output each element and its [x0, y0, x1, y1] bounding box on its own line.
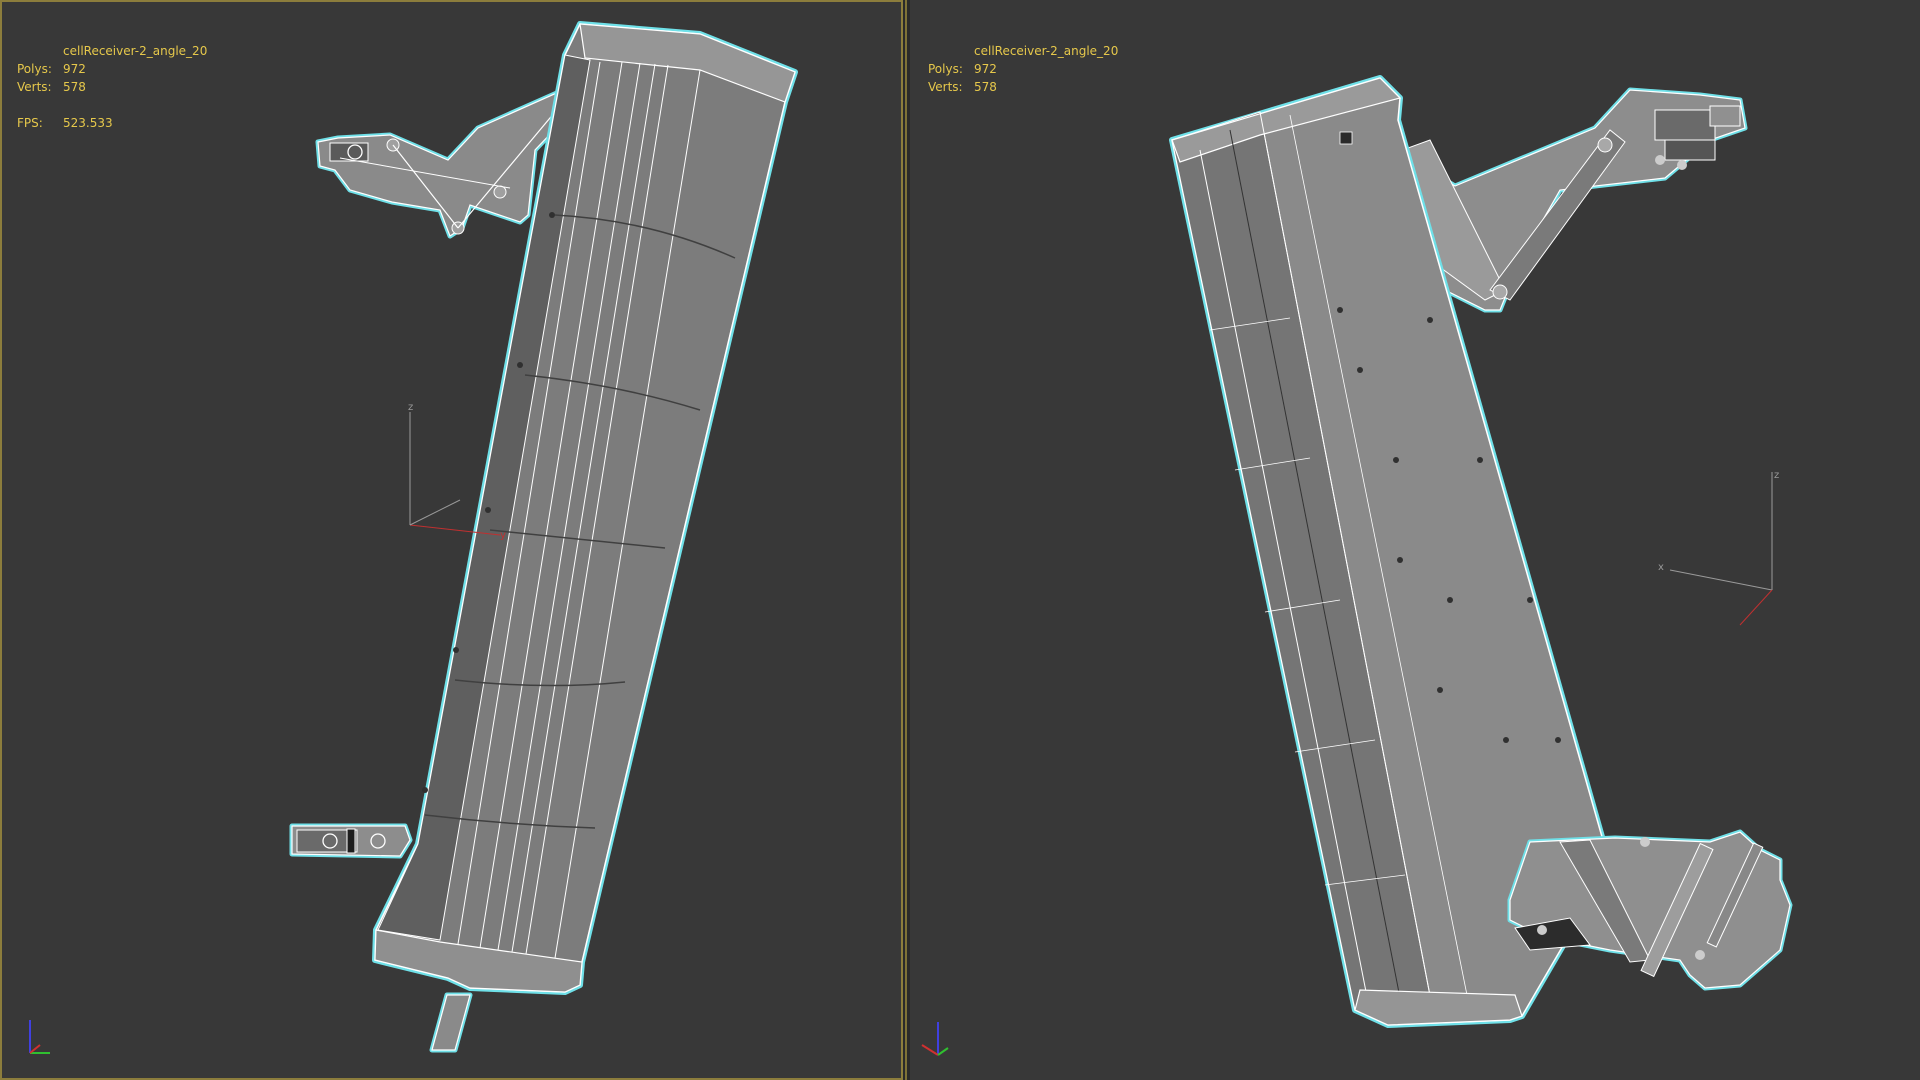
viewport-divider[interactable] — [903, 0, 910, 1080]
viewport-left-scene: z y — [29, 21, 798, 1054]
scene-axis-gizmo-right: z x — [1658, 470, 1779, 626]
3d-editor-window: cellReceiver-2_angle_20 Polys: 972 Verts:… — [0, 0, 1920, 1080]
viewport-left[interactable]: cellReceiver-2_angle_20 Polys: 972 Verts:… — [0, 0, 903, 1080]
axis-z-label-right: z — [1774, 470, 1779, 481]
orientation-tripod-left — [29, 1020, 50, 1054]
axis-y-label-left: y — [500, 530, 506, 541]
orientation-tripod-right — [921, 1022, 949, 1056]
axis-z-label-left: z — [408, 402, 413, 413]
viewport-right-scene: z x — [921, 75, 1793, 1056]
lower-bracket-left[interactable] — [289, 823, 413, 859]
axis-x-label-right: x — [1658, 562, 1664, 573]
viewport-right[interactable]: cellReceiver-2_angle_20 Polys: 972 Verts:… — [910, 0, 1920, 1080]
